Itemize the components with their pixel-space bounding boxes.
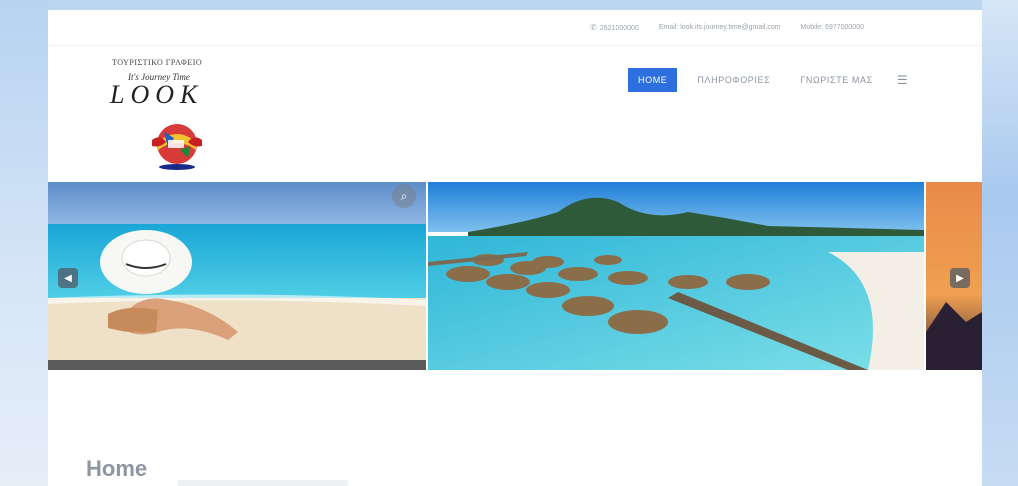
title-underline (178, 480, 348, 486)
phone-icon: ✆ (590, 23, 597, 32)
slider-prev-button[interactable]: ◀ (58, 268, 78, 288)
nav-home[interactable]: HOME (628, 68, 678, 92)
slide-beach-woman[interactable]: ⌕ (48, 182, 426, 370)
slider-next-button[interactable]: ▶ (950, 268, 970, 288)
nav-information[interactable]: ΠΛΗΡΟΦΟΡΙΕΣ (687, 68, 780, 92)
page-container: ✆ 2621000000 Email: look.its.journey.time… (48, 10, 982, 486)
background-right-sky (982, 0, 1018, 486)
contact-mobile[interactable]: Mobile: 6977000000 (801, 24, 864, 31)
top-contact-bar: ✆ 2621000000 Email: look.its.journey.time… (48, 10, 982, 46)
background-left-sky (0, 0, 48, 486)
site-logo[interactable]: ΤΟΥΡΙΣΤΙΚΟ ΓΡΑΦΕΙΟ It's Journey Time LOO… (104, 54, 264, 178)
main-nav: HOME ΠΛΗΡΟΦΟΡΙΕΣ ΓΝΩΡΙΣΤΕ ΜΑΣ ☰ (628, 68, 908, 92)
slide-bora-bora[interactable] (428, 182, 924, 370)
chevron-right-icon: ▶ (956, 272, 964, 284)
logo-tagline: ΤΟΥΡΙΣΤΙΚΟ ΓΡΑΦΕΙΟ (112, 58, 203, 67)
globe-logo-icon (152, 124, 202, 170)
hamburger-menu-icon[interactable]: ☰ (897, 73, 908, 87)
logo-word: LOOK (110, 80, 204, 109)
contact-email[interactable]: Email: look.its.journey.time@gmail.com (659, 24, 781, 31)
chevron-left-icon: ◀ (64, 272, 72, 284)
image-slider: ⌕ ◀ ▶ (48, 182, 982, 370)
contact-phone[interactable]: ✆ 2621000000 (590, 23, 639, 32)
nav-about-us[interactable]: ΓΝΩΡΙΣΤΕ ΜΑΣ (790, 68, 883, 92)
page-title: Home (86, 456, 148, 481)
search-zoom-icon[interactable]: ⌕ (392, 184, 416, 208)
